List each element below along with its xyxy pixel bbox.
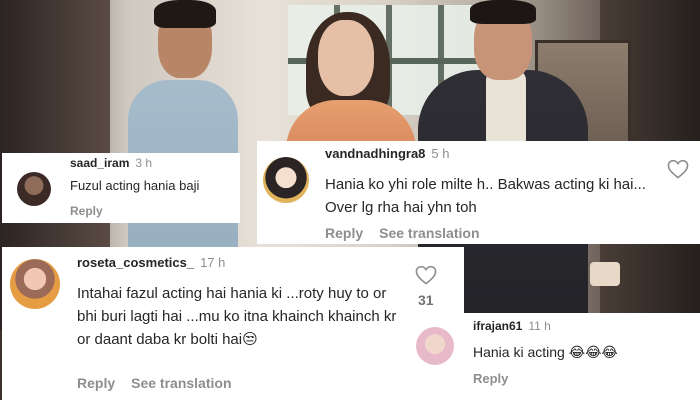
username[interactable]: ifrajan61: [473, 319, 522, 333]
comment-card: roseta_cosmetics_ 17 h Intahai fazul acti…: [2, 247, 464, 400]
reply-button[interactable]: Reply: [77, 375, 115, 391]
comment-header: ifrajan61 11 h: [473, 319, 551, 333]
comment-text: Hania ki acting 😂😂😂: [473, 344, 618, 360]
background-lamp: [590, 262, 620, 286]
comment-time: 11 h: [528, 319, 551, 333]
comment-actions: Reply See translation: [77, 375, 232, 391]
comment-text: Intahai fazul acting hai hania ki ...rot…: [77, 285, 397, 348]
heart-outline-icon[interactable]: [415, 265, 437, 285]
comment-text: Hania ko yhi role milte h.. Bakwas actin…: [325, 176, 646, 216]
avatar[interactable]: [416, 327, 454, 365]
username[interactable]: vandnadhingra8: [325, 146, 425, 161]
comment-time: 17 h: [200, 255, 226, 270]
comment-actions: Reply See translation: [325, 225, 480, 241]
heart-outline-icon[interactable]: [667, 159, 689, 179]
comment-header: saad_iram 3 h: [70, 156, 152, 170]
reply-button[interactable]: Reply: [70, 204, 103, 218]
comment-card: ifrajan61 11 h Hania ki acting 😂😂😂 Reply: [400, 313, 700, 400]
comment-time: 5 h: [431, 146, 450, 161]
comment-time: 3 h: [135, 156, 153, 170]
avatar[interactable]: [10, 259, 60, 309]
see-translation-button[interactable]: See translation: [131, 375, 231, 391]
man-left-hair: [154, 0, 216, 28]
man-right-turtleneck: [486, 70, 526, 150]
see-translation-button[interactable]: See translation: [379, 225, 479, 241]
avatar[interactable]: [17, 172, 51, 206]
username[interactable]: roseta_cosmetics_: [77, 255, 194, 270]
avatar[interactable]: [263, 157, 309, 203]
comment-header: vandnadhingra8 5 h: [325, 146, 450, 161]
comment-text: Fuzul acting hania baji: [70, 178, 200, 193]
comment-header: roseta_cosmetics_ 17 h: [77, 255, 225, 270]
reply-button[interactable]: Reply: [325, 225, 363, 241]
woman-face: [318, 20, 374, 96]
like-count: 31: [418, 292, 434, 308]
comment-card: saad_iram 3 h Fuzul acting hania baji Rep…: [2, 153, 240, 223]
username[interactable]: saad_iram: [70, 156, 129, 170]
reply-button[interactable]: Reply: [473, 371, 508, 386]
comment-card: vandnadhingra8 5 h Hania ko yhi role milt…: [257, 141, 700, 244]
man-right-hair: [470, 0, 536, 24]
